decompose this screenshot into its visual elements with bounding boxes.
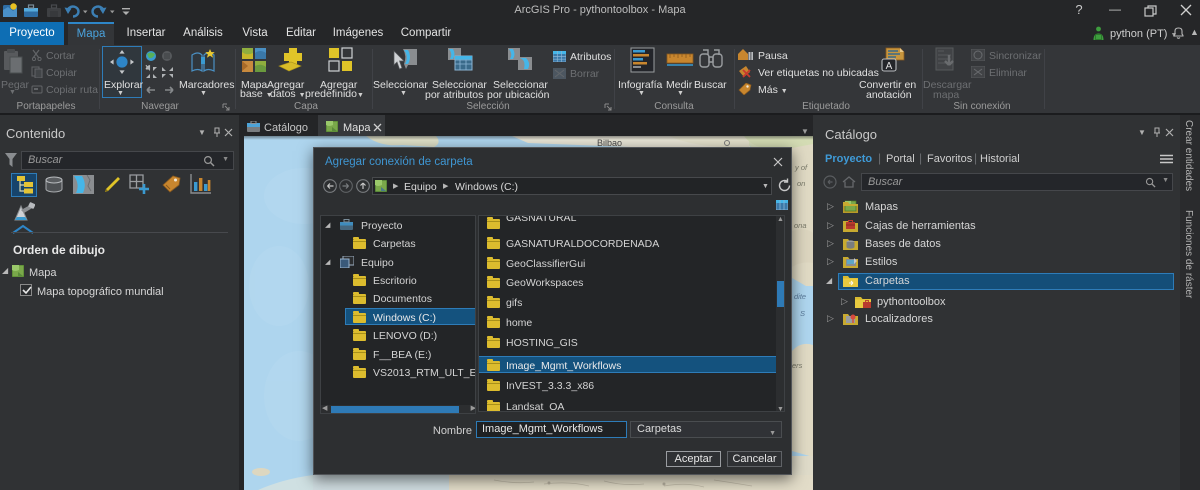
- svg-text:A: A: [886, 61, 893, 72]
- svg-text:S: S: [800, 309, 805, 318]
- svg-text:ers: ers: [792, 361, 803, 370]
- svg-text:on: on: [797, 179, 805, 188]
- svg-text:y of: y of: [794, 163, 808, 172]
- svg-text:dite: dite: [794, 292, 806, 301]
- svg-text:ona: ona: [794, 221, 807, 230]
